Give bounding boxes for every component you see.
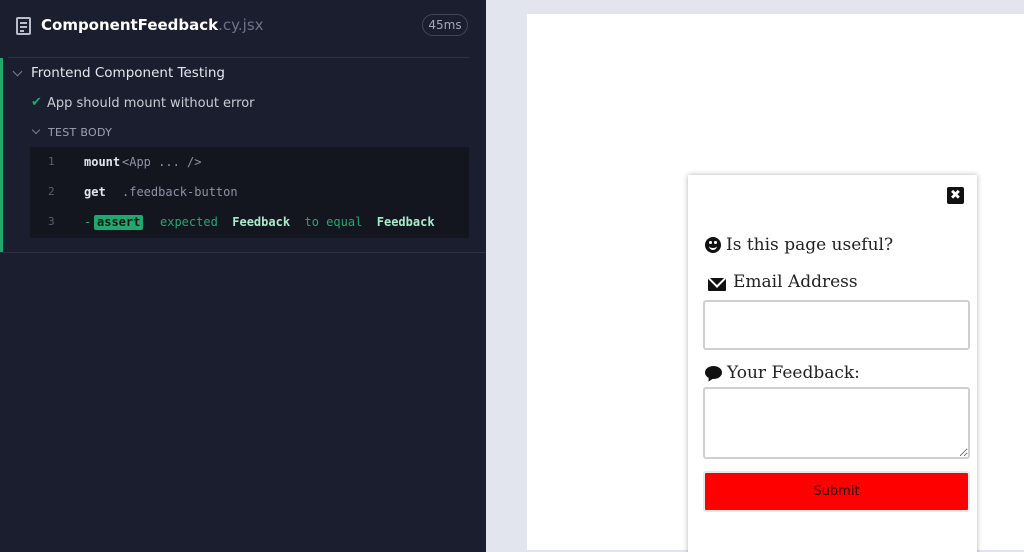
command-number: 2 [48,185,55,198]
comment-icon [705,366,722,379]
assert-mid: to equal [304,215,363,229]
command-name: get [84,185,106,199]
assert-prefix: expected [160,215,218,229]
suite-divider [0,252,486,253]
smile-icon [705,237,721,253]
assert-actual: Feedback [376,215,435,229]
assert-expected: Feedback [232,215,291,229]
command-message: .feedback-button [122,185,238,199]
command-number: 3 [48,215,55,228]
email-field[interactable] [703,300,970,350]
command-log: 1 mount <App ... /> 2 get .feedback-butt… [30,147,469,238]
spec-extension: .cy.jsx [218,16,264,34]
file-text-icon [16,17,31,35]
submit-button[interactable]: Submit [703,471,970,512]
test-title[interactable]: App should mount without error [47,96,255,111]
command-row[interactable]: 1 mount <App ... /> [30,147,469,177]
command-row[interactable]: 3 - assert expected Feedback to equal Fe… [30,207,469,237]
duration-badge: 45ms [422,14,468,36]
close-icon[interactable]: ✖ [947,187,964,204]
feedback-label: Your Feedback: [727,363,860,383]
assert-badge: assert [94,215,144,230]
suite-title[interactable]: Frontend Component Testing [31,65,225,81]
command-dash: - [84,215,92,229]
check-icon: ✔ [31,95,42,110]
envelope-icon [708,278,726,291]
reporter-panel: ComponentFeedback.cy.jsx 45ms Frontend C… [0,0,486,552]
command-row[interactable]: 2 get .feedback-button [30,177,469,207]
command-name: mount [84,155,121,169]
feedback-textarea[interactable] [703,387,970,459]
command-number: 1 [48,155,55,168]
spec-filename[interactable]: ComponentFeedback.cy.jsx [41,16,264,34]
assert-message: expected Feedback to equal Feedback [160,207,435,237]
question-text: Is this page useful? [726,235,894,255]
command-message: <App ... /> [122,155,202,169]
spec-header: ComponentFeedback.cy.jsx 45ms [0,0,486,52]
email-label: Email Address [733,272,858,292]
feedback-form: ✖ Is this page useful? Email Address You… [688,175,977,552]
spec-name: ComponentFeedback [41,16,219,34]
test-body-label[interactable]: TEST BODY [48,126,112,139]
